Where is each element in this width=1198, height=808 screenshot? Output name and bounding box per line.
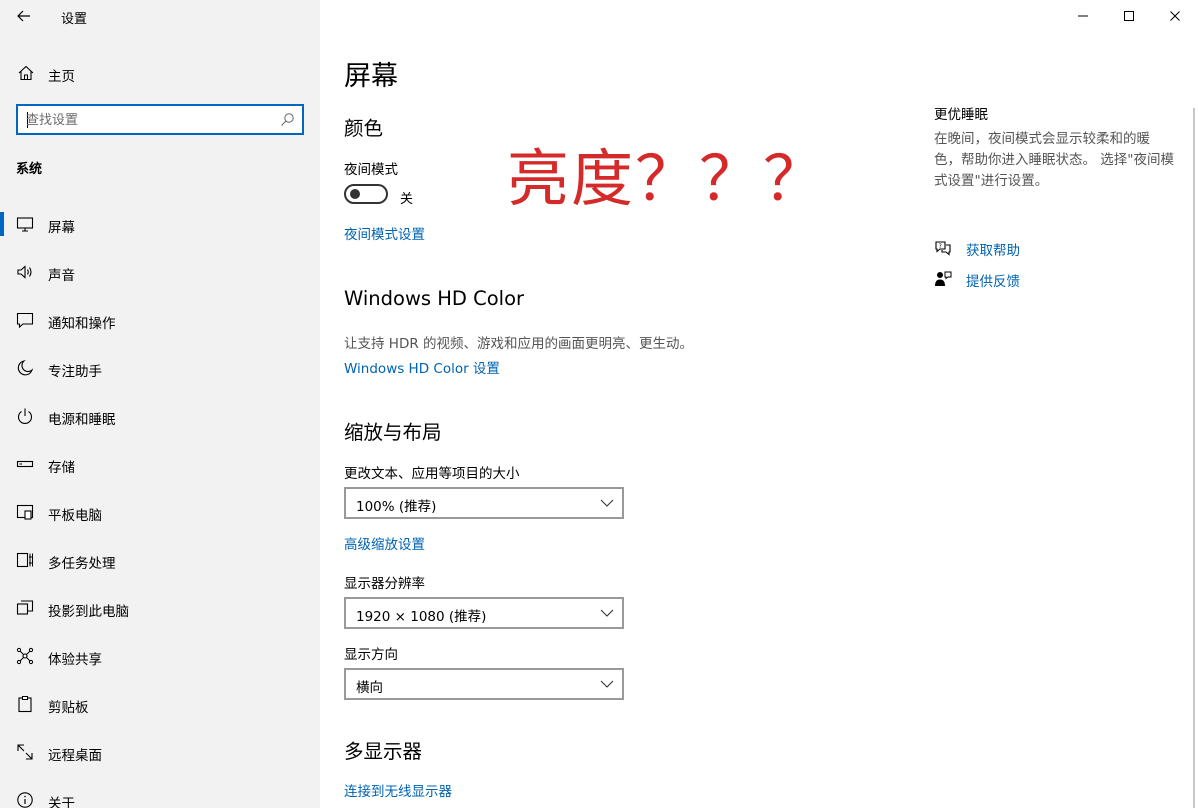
- sidebar-item-label: 多任务处理: [48, 556, 116, 572]
- sidebar-item-label: 远程桌面: [48, 748, 102, 764]
- page-title: 屏幕: [344, 61, 398, 92]
- chevron-down-icon: [600, 499, 614, 507]
- give-feedback-link[interactable]: 提供反馈: [966, 270, 1020, 290]
- sidebar-item-label: 剪贴板: [48, 700, 89, 716]
- night-mode-settings-link[interactable]: 夜间模式设置: [344, 223, 425, 243]
- advanced-scaling-link[interactable]: 高级缩放设置: [344, 533, 425, 553]
- minimize-icon: [1078, 15, 1088, 17]
- sidebar-nav: 屏幕 声音 通知和操作 专注助手 电源和睡眠 存储 平板电脑 多任务处理 投影到…: [0, 200, 320, 808]
- share-icon: [16, 647, 34, 665]
- sidebar-item-project-to-pc[interactable]: 投影到此电脑: [0, 584, 320, 632]
- multitask-icon: [16, 552, 33, 568]
- home-icon: [18, 65, 34, 81]
- svg-text:?: ?: [939, 243, 942, 250]
- get-help-link[interactable]: 获取帮助: [966, 239, 1020, 259]
- sidebar-item-label: 屏幕: [48, 220, 75, 236]
- sidebar-item-label: 专注助手: [48, 364, 102, 380]
- maximize-button[interactable]: [1106, 0, 1152, 32]
- annotation-text: 亮度？？？: [507, 142, 828, 215]
- better-sleep-description: 在晚间，夜间模式会显示较柔和的暖色，帮助你进入睡眠状态。 选择"夜间模式设置"进…: [934, 131, 1175, 189]
- sidebar-item-multitasking[interactable]: 多任务处理: [0, 536, 320, 584]
- search-box[interactable]: [16, 104, 304, 135]
- sidebar-item-clipboard[interactable]: 剪贴板: [0, 680, 320, 728]
- tablet-icon: [16, 504, 34, 520]
- storage-icon: [16, 460, 34, 468]
- resolution-dropdown[interactable]: 1920 × 1080 (推荐): [344, 597, 624, 629]
- feedback-person-icon: [935, 271, 952, 286]
- sidebar-item-label: 通知和操作: [48, 316, 116, 332]
- moon-icon: [17, 360, 34, 376]
- hdr-heading: Windows HD Color: [344, 287, 525, 310]
- get-help-row[interactable]: ? 获取帮助: [934, 237, 1134, 259]
- night-mode-state: 关: [400, 192, 414, 207]
- maximize-icon: [1124, 11, 1134, 21]
- sidebar-item-label: 投影到此电脑: [48, 604, 129, 620]
- notification-icon: [16, 312, 34, 329]
- orientation-label: 显示方向: [344, 647, 398, 663]
- sidebar-item-about[interactable]: 关于: [0, 776, 320, 808]
- better-sleep-title: 更优睡眠: [934, 107, 988, 123]
- close-icon: [1170, 11, 1180, 21]
- night-mode-toggle[interactable]: [344, 184, 388, 204]
- sidebar-item-focus-assist[interactable]: 专注助手: [0, 344, 320, 392]
- monitor-icon: [16, 217, 34, 232]
- scale-heading: 缩放与布局: [344, 421, 442, 444]
- sidebar-item-label: 存储: [48, 460, 75, 476]
- sidebar-item-label: 声音: [48, 268, 75, 284]
- close-button[interactable]: [1152, 0, 1198, 32]
- home-label: 主页: [48, 69, 75, 85]
- color-heading: 颜色: [344, 117, 384, 140]
- back-button[interactable]: [10, 3, 38, 29]
- give-feedback-row[interactable]: 提供反馈: [934, 268, 1134, 290]
- speaker-icon: [17, 265, 32, 279]
- info-icon: [17, 792, 33, 808]
- section-label: 系统: [16, 162, 43, 177]
- search-icon[interactable]: [280, 112, 295, 127]
- sidebar-item-label: 电源和睡眠: [48, 412, 116, 428]
- remote-icon: [17, 744, 33, 760]
- sidebar-item-label: 体验共享: [48, 652, 102, 668]
- connect-wireless-display-link[interactable]: 连接到无线显示器: [344, 780, 452, 800]
- project-icon: [16, 600, 34, 615]
- help-chat-icon: ?: [935, 241, 951, 256]
- chevron-down-icon: [600, 609, 614, 617]
- night-mode-label: 夜间模式: [344, 162, 398, 178]
- toggle-knob: [350, 189, 360, 199]
- sidebar-item-label: 平板电脑: [48, 508, 102, 524]
- sidebar-item-label: 关于: [48, 796, 75, 808]
- scale-dropdown-value: 100% (推荐): [356, 499, 437, 515]
- app-title: 设置: [61, 12, 88, 27]
- text-size-label: 更改文本、应用等项目的大小: [344, 466, 520, 482]
- scale-dropdown[interactable]: 100% (推荐): [344, 487, 624, 519]
- title-bar: 设置: [0, 0, 320, 32]
- multi-display-heading: 多显示器: [344, 740, 423, 763]
- hdr-description: 让支持 HDR 的视频、游戏和应用的画面更明亮、更生动。: [344, 336, 694, 352]
- clipboard-icon: [18, 696, 32, 713]
- minimize-button[interactable]: [1060, 0, 1106, 32]
- sidebar-item-storage[interactable]: 存储: [0, 440, 320, 488]
- sidebar-item-display[interactable]: 屏幕: [0, 200, 320, 248]
- sidebar-item-tablet[interactable]: 平板电脑: [0, 488, 320, 536]
- orientation-dropdown[interactable]: 横向: [344, 668, 624, 700]
- scrollbar[interactable]: [1193, 108, 1195, 808]
- search-input[interactable]: [26, 110, 276, 130]
- sidebar-item-remote-desktop[interactable]: 远程桌面: [0, 728, 320, 776]
- sidebar-item-shared-experiences[interactable]: 体验共享: [0, 632, 320, 680]
- orientation-dropdown-value: 横向: [356, 680, 383, 696]
- sidebar-item-sound[interactable]: 声音: [0, 248, 320, 296]
- sidebar-item-power-sleep[interactable]: 电源和睡眠: [0, 392, 320, 440]
- sidebar-item-notifications[interactable]: 通知和操作: [0, 296, 320, 344]
- back-arrow-icon: [17, 10, 30, 22]
- sidebar: 设置 主页 系统 屏幕 声音 通知和操作 专注助手 电源和睡眠: [0, 0, 320, 808]
- resolution-dropdown-value: 1920 × 1080 (推荐): [356, 609, 487, 625]
- home-nav-item[interactable]: 主页: [0, 58, 320, 88]
- power-icon: [17, 408, 33, 425]
- hdr-settings-link[interactable]: Windows HD Color 设置: [344, 357, 500, 377]
- resolution-label: 显示器分辨率: [344, 576, 425, 592]
- chevron-down-icon: [600, 680, 614, 688]
